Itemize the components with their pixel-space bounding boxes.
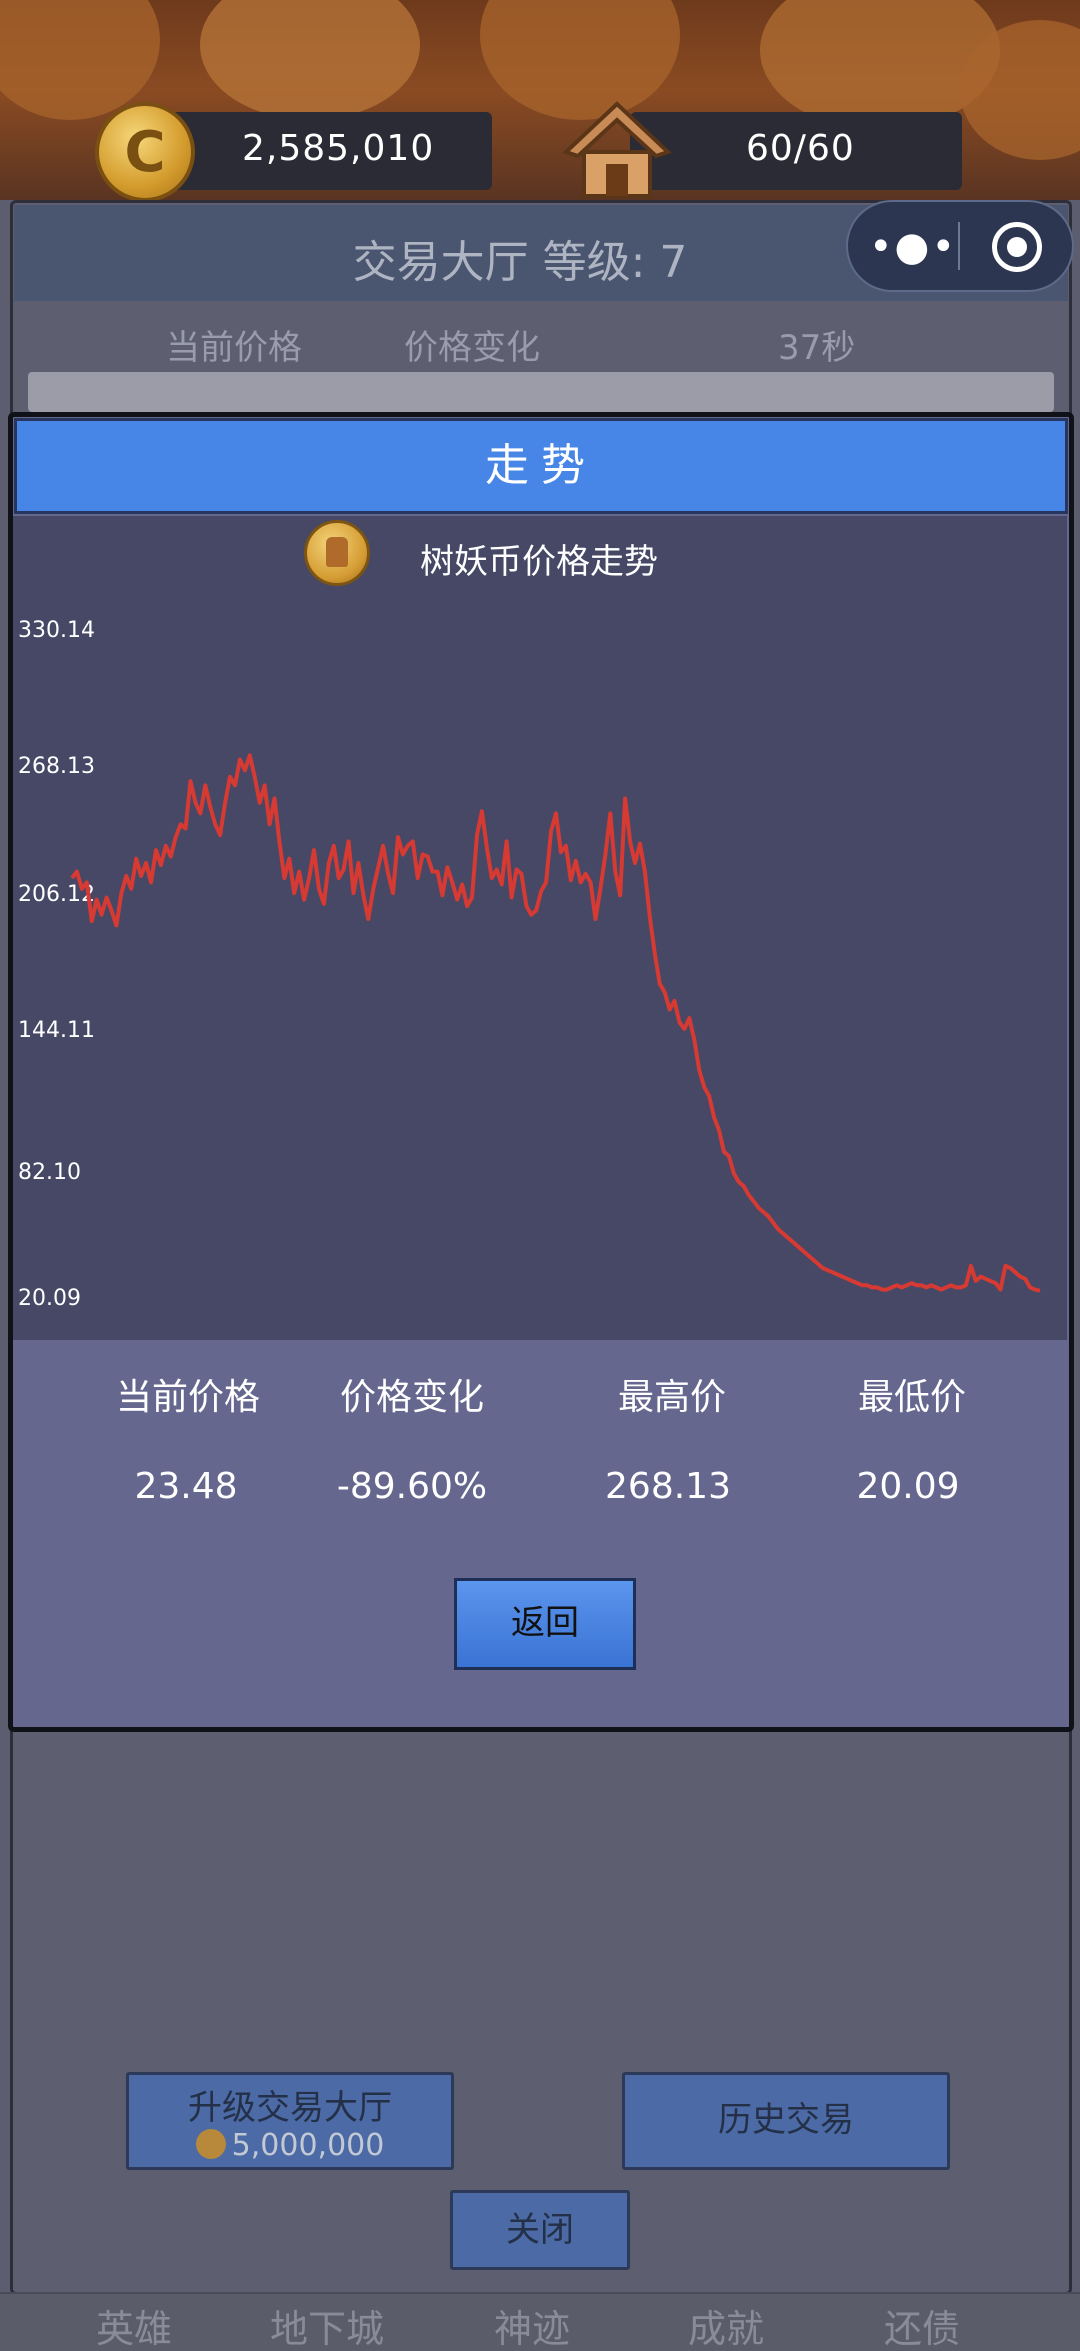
stat-label-price-change: 价格变化: [339, 1377, 484, 1418]
stat-label-low: 最低价: [857, 1377, 966, 1418]
chart-svg: [70, 753, 1041, 1293]
stat-value-price-change: -89.60%: [336, 1466, 488, 1507]
stat-value-high: 268.13: [605, 1466, 731, 1507]
stat-label-current-price: 当前价格: [115, 1377, 260, 1418]
price-series-line: [70, 753, 1041, 1293]
stat-value-low: 20.09: [856, 1466, 960, 1507]
back-button[interactable]: 返回: [454, 1578, 636, 1670]
stat-value-current-price: 23.48: [134, 1466, 238, 1507]
stat-label-high: 最高价: [617, 1377, 726, 1418]
